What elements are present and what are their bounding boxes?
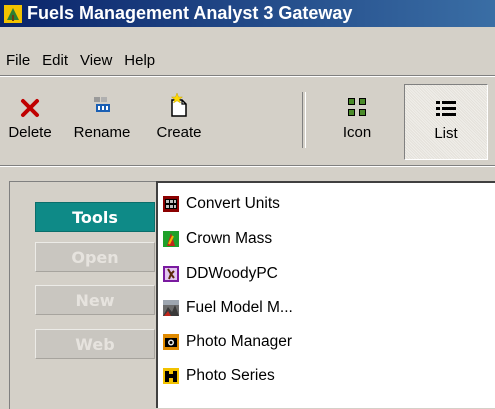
- icon-view-button[interactable]: Icon: [318, 84, 396, 160]
- convert-units-icon: [163, 196, 179, 212]
- menu-bar: File Edit View Help: [0, 45, 495, 75]
- large-icons-icon: [348, 98, 366, 116]
- list-item-label: DDWoodyPC: [186, 265, 278, 282]
- window-title: Fuels Management Analyst 3 Gateway: [27, 3, 353, 23]
- list-item[interactable]: Crown Mass: [162, 228, 272, 250]
- delete-button[interactable]: Delete: [0, 84, 60, 160]
- sidebar-open-button[interactable]: Open: [35, 242, 155, 272]
- list-item[interactable]: Photo Series: [162, 365, 275, 387]
- rename-button[interactable]: Rename: [62, 84, 142, 160]
- sidebar-tools-button[interactable]: Tools: [35, 202, 155, 232]
- list-item-label: Photo Manager: [186, 333, 292, 350]
- rename-label: Rename: [73, 124, 131, 141]
- toolbar: Delete Rename Create Icon List: [0, 84, 495, 160]
- toolbar-divider: [302, 92, 306, 148]
- delete-label: Delete: [8, 124, 52, 141]
- sidebar-panel: Tools Open New Web: [9, 181, 157, 409]
- list-item[interactable]: Photo Manager: [162, 331, 292, 353]
- create-button[interactable]: Create: [144, 84, 214, 160]
- photo-manager-icon: [163, 334, 179, 350]
- list-item[interactable]: Convert Units: [162, 193, 280, 215]
- delete-icon: [21, 99, 39, 117]
- list-view-label: List: [434, 125, 458, 142]
- title-bar[interactable]: Fuels Management Analyst 3 Gateway: [0, 0, 495, 27]
- create-label: Create: [156, 124, 202, 141]
- list-item-label: Photo Series: [186, 367, 275, 384]
- rename-icon: [94, 97, 110, 112]
- icon-view-label: Icon: [342, 124, 372, 141]
- crown-mass-icon: [163, 231, 179, 247]
- list-view-button[interactable]: List: [404, 84, 488, 160]
- ddwoodypc-icon: [163, 266, 179, 282]
- sidebar-new-button[interactable]: New: [35, 285, 155, 315]
- create-icon: [170, 92, 187, 117]
- list-item-label: Fuel Model M...: [186, 299, 293, 316]
- toolbar-bottom-highlight: [0, 166, 495, 167]
- menu-edit[interactable]: Edit: [36, 52, 74, 69]
- menubar-divider-highlight: [0, 76, 495, 77]
- list-item[interactable]: DDWoodyPC: [162, 263, 278, 285]
- app-icon: [4, 4, 22, 23]
- sidebar-web-button[interactable]: Web: [35, 329, 155, 359]
- tools-list[interactable]: Convert Units Crown Mass DDWoodyPC Fuel …: [156, 181, 495, 408]
- menu-view[interactable]: View: [74, 52, 118, 69]
- list-item[interactable]: Fuel Model M...: [162, 297, 293, 319]
- fuel-model-icon: [163, 300, 179, 316]
- list-item-label: Crown Mass: [186, 230, 273, 247]
- list-item-label: Convert Units: [186, 195, 280, 212]
- list-view-icon: [436, 101, 456, 116]
- menu-help[interactable]: Help: [118, 52, 161, 69]
- menu-file[interactable]: File: [0, 52, 36, 69]
- photo-series-icon: [163, 368, 179, 384]
